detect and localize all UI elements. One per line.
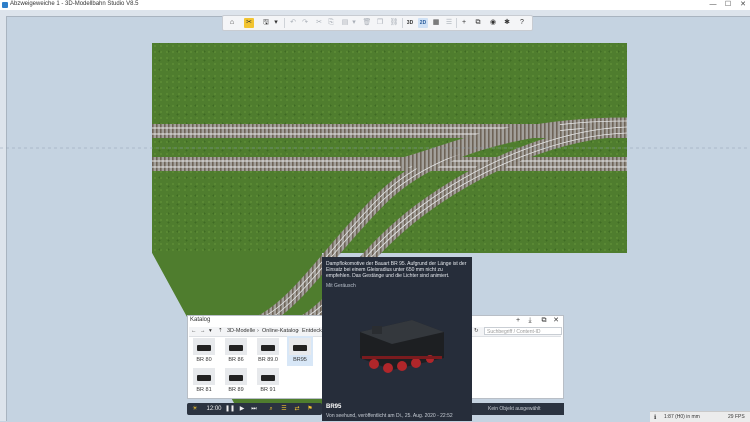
- chevron-right-icon: ›: [257, 328, 259, 334]
- locomotive-thumbnail: [257, 338, 279, 355]
- model-tooltip: Dampflokomotive der Bauart BR 95. Aufgru…: [322, 257, 472, 421]
- help-icon[interactable]: ?: [517, 18, 527, 28]
- catalog-item[interactable]: BR 91: [255, 366, 281, 396]
- catalog-item[interactable]: BR 81: [191, 366, 217, 396]
- redo-icon[interactable]: ↷: [300, 18, 310, 28]
- locomotive-preview-image: [360, 320, 444, 373]
- model-description: Dampflokomotive der Bauart BR 95. Aufgru…: [326, 261, 467, 279]
- pin-icon[interactable]: ⇡: [218, 328, 223, 334]
- locomotive-thumbnail: [225, 338, 247, 355]
- locomotive-thumbnail: [193, 368, 215, 385]
- copy-icon[interactable]: ⎘: [326, 18, 336, 28]
- save-dropdown-icon[interactable]: ▾: [271, 18, 281, 28]
- undo-icon[interactable]: ↶: [288, 18, 298, 28]
- play-icon[interactable]: ▶: [237, 404, 247, 414]
- catalog-header: Katalog: [190, 317, 211, 323]
- locomotive-thumbnail: [289, 338, 311, 355]
- history-dropdown-icon[interactable]: ▾: [209, 328, 212, 334]
- delete-icon[interactable]: 🗑: [362, 18, 372, 28]
- zoom-icon[interactable]: ⌕: [266, 404, 276, 414]
- info-bar: ℹ 1:87 (H0) in mm 29 FPS: [650, 411, 750, 422]
- switch-icon[interactable]: ⇄: [292, 404, 302, 414]
- signal-icon[interactable]: ⚑: [305, 404, 315, 414]
- link-icon[interactable]: ⛓: [389, 18, 399, 28]
- view-3d-button[interactable]: 3D: [405, 18, 415, 28]
- layers-icon[interactable]: ☰: [279, 404, 289, 414]
- cut-icon[interactable]: ✂: [314, 18, 324, 28]
- simulation-bar: ☀ 12:00 ❚❚ ▶ ⏭ ⌕ ☰ ⇄ ⚑: [187, 403, 322, 415]
- fast-forward-icon[interactable]: ⏭: [249, 404, 259, 414]
- catalog-search-input[interactable]: Suchbegriff / Content-ID: [484, 327, 562, 335]
- toolbar-divider: [456, 18, 457, 28]
- duplicate-icon[interactable]: ❐: [375, 18, 385, 28]
- locomotive-thumbnail: [193, 338, 215, 355]
- info-icon[interactable]: ℹ: [654, 414, 656, 421]
- status-bar: Kein Objekt ausgewählt: [472, 403, 564, 415]
- pause-icon[interactable]: ❚❚: [225, 404, 235, 414]
- add-icon[interactable]: +: [459, 18, 469, 28]
- toolbar-divider: [402, 18, 403, 28]
- fps-counter: 29 FPS: [728, 414, 745, 420]
- straight-track-lower[interactable]: [152, 157, 627, 171]
- model-publish-info: Von seehund, veröffentlicht am Di., 25. …: [326, 413, 453, 419]
- back-icon[interactable]: ←: [191, 328, 197, 334]
- toolbar-divider: [284, 18, 285, 28]
- close-icon[interactable]: ✕: [552, 317, 560, 325]
- refresh-icon[interactable]: ↻: [474, 328, 479, 334]
- locomotive-thumbnail: [257, 368, 279, 385]
- add-icon[interactable]: +: [514, 317, 522, 325]
- grid-icon[interactable]: ▦: [431, 18, 441, 28]
- scale-indicator[interactable]: 1:87 (H0) in mm: [664, 414, 700, 420]
- catalog-item-selected[interactable]: BR95: [287, 336, 313, 366]
- status-text: Kein Objekt ausgewählt: [488, 406, 541, 412]
- simulation-time[interactable]: 12:00: [203, 404, 225, 414]
- chevron-right-icon: ›: [297, 328, 299, 334]
- locomotive-thumbnail: [225, 368, 247, 385]
- save-icon[interactable]: 🖫: [261, 18, 271, 28]
- edit-tools-icon[interactable]: ✂: [244, 18, 254, 28]
- catalog-item[interactable]: BR 89: [223, 366, 249, 396]
- catalog-item[interactable]: BR 89.0: [255, 336, 281, 366]
- plugin-icon[interactable]: ✱: [502, 18, 512, 28]
- layers-icon[interactable]: ☰: [444, 18, 454, 28]
- home-icon[interactable]: ⌂: [227, 18, 237, 28]
- model-feature: Mit Geräusch: [326, 283, 356, 289]
- sun-icon[interactable]: ☀: [190, 404, 200, 414]
- catalog-item[interactable]: BR 86: [223, 336, 249, 366]
- forward-icon[interactable]: →: [200, 328, 206, 334]
- catalog-item[interactable]: BR 80: [191, 336, 217, 366]
- model-name: BR95: [326, 404, 342, 410]
- main-toolbar: ⌂ ✂ 🖫 ▾ ↶ ↷ ✂ ⎘ ▤ ▾ 🗑 ❐ ⛓ 3D 2D ▦ ☰ + ⧉ …: [222, 15, 533, 31]
- breadcrumb-3d-models[interactable]: 3D-Modelle: [227, 328, 255, 334]
- camera-icon[interactable]: ◉: [488, 18, 498, 28]
- breadcrumb-online-catalog[interactable]: Online-Katalog: [262, 328, 298, 334]
- view-2d-button[interactable]: 2D: [418, 18, 428, 28]
- popout-icon[interactable]: ⧉: [540, 317, 548, 325]
- download-icon[interactable]: ⤓: [526, 317, 534, 325]
- window-icon[interactable]: ⧉: [473, 18, 483, 28]
- paste-dropdown-icon[interactable]: ▾: [349, 18, 359, 28]
